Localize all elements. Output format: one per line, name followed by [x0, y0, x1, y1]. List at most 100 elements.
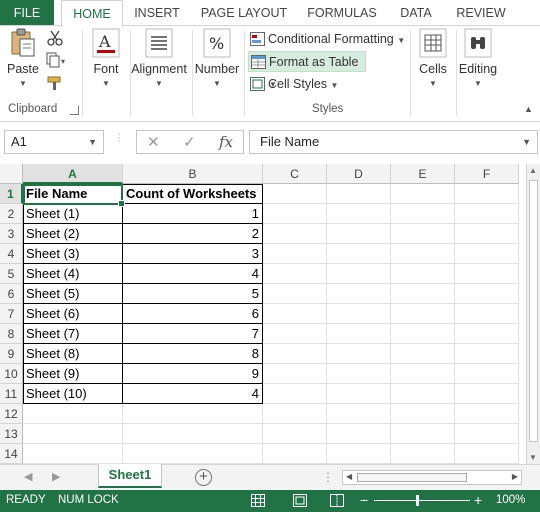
conditional-formatting-button[interactable]: Conditional Formatting ▼: [248, 29, 405, 50]
cell-c10[interactable]: [263, 364, 327, 384]
tab-formulas[interactable]: FORMULAS: [302, 0, 382, 26]
row-header-11[interactable]: 11: [0, 384, 23, 404]
cancel-icon[interactable]: ✕: [147, 133, 160, 151]
cell-a12[interactable]: [23, 404, 123, 424]
paste-button[interactable]: Paste ▼: [4, 28, 42, 88]
cell-c13[interactable]: [263, 424, 327, 444]
cell-a4[interactable]: Sheet (3): [23, 244, 123, 264]
cell-d1[interactable]: [327, 184, 391, 204]
cell-d11[interactable]: [327, 384, 391, 404]
next-sheet-icon[interactable]: ▶: [52, 470, 60, 483]
cell-b12[interactable]: [123, 404, 263, 424]
scroll-left-icon[interactable]: ◀: [346, 472, 352, 481]
cell-b14[interactable]: [123, 444, 263, 464]
cell-c12[interactable]: [263, 404, 327, 424]
cell-a6[interactable]: Sheet (5): [23, 284, 123, 304]
cell-a13[interactable]: [23, 424, 123, 444]
cell-d7[interactable]: [327, 304, 391, 324]
cell-d4[interactable]: [327, 244, 391, 264]
cell-d6[interactable]: [327, 284, 391, 304]
cell-a7[interactable]: Sheet (6): [23, 304, 123, 324]
cell-c7[interactable]: [263, 304, 327, 324]
cell-b11[interactable]: 4: [123, 384, 263, 404]
tab-data[interactable]: DATA: [393, 0, 439, 26]
tab-file[interactable]: FILE: [0, 0, 54, 26]
cell-d13[interactable]: [327, 424, 391, 444]
format-as-table-button[interactable]: Format as Table ▼: [248, 51, 366, 89]
cell-d9[interactable]: [327, 344, 391, 364]
zoom-level[interactable]: 100%: [496, 494, 525, 506]
sheet-tab-sheet1[interactable]: Sheet1: [98, 464, 162, 488]
cell-e5[interactable]: [391, 264, 455, 284]
prev-sheet-icon[interactable]: ◀: [24, 470, 32, 483]
column-header-f[interactable]: F: [455, 164, 519, 184]
tab-insert[interactable]: INSERT: [129, 0, 185, 26]
copy-icon[interactable]: ▾: [46, 52, 68, 71]
horizontal-scrollbar[interactable]: ◀ ▶: [342, 470, 522, 485]
row-header-8[interactable]: 8: [0, 324, 23, 344]
cell-c4[interactable]: [263, 244, 327, 264]
zoom-slider[interactable]: [374, 500, 470, 501]
zoom-out-button[interactable]: −: [360, 492, 368, 508]
tab-split-handle-icon[interactable]: ⋮: [322, 470, 334, 484]
cell-b9[interactable]: 8: [123, 344, 263, 364]
scroll-thumb[interactable]: [357, 473, 467, 482]
cell-e13[interactable]: [391, 424, 455, 444]
row-header-10[interactable]: 10: [0, 364, 23, 384]
cell-b4[interactable]: 3: [123, 244, 263, 264]
cell-f14[interactable]: [455, 444, 519, 464]
cell-a5[interactable]: Sheet (4): [23, 264, 123, 284]
cell-e12[interactable]: [391, 404, 455, 424]
cell-f3[interactable]: [455, 224, 519, 244]
cell-a14[interactable]: [23, 444, 123, 464]
cell-a11[interactable]: Sheet (10): [23, 384, 123, 404]
cell-styles-button[interactable]: Cell Styles ▼: [248, 74, 338, 95]
row-header-13[interactable]: 13: [0, 424, 23, 444]
enter-icon[interactable]: ✓: [183, 133, 196, 151]
cell-f4[interactable]: [455, 244, 519, 264]
cell-e7[interactable]: [391, 304, 455, 324]
number-button[interactable]: % Number ▼: [192, 28, 242, 88]
clipboard-launcher-icon[interactable]: [70, 106, 79, 115]
cell-f8[interactable]: [455, 324, 519, 344]
cell-d14[interactable]: [327, 444, 391, 464]
scroll-right-icon[interactable]: ▶: [512, 472, 518, 481]
scroll-thumb[interactable]: [529, 180, 538, 442]
tab-home[interactable]: HOME: [61, 0, 123, 27]
cell-f1[interactable]: [455, 184, 519, 204]
cell-c6[interactable]: [263, 284, 327, 304]
cell-b3[interactable]: 2: [123, 224, 263, 244]
cell-e8[interactable]: [391, 324, 455, 344]
column-header-e[interactable]: E: [391, 164, 455, 184]
cell-f7[interactable]: [455, 304, 519, 324]
cell-a3[interactable]: Sheet (2): [23, 224, 123, 244]
row-header-7[interactable]: 7: [0, 304, 23, 324]
add-sheet-icon[interactable]: +: [195, 469, 212, 486]
cell-f12[interactable]: [455, 404, 519, 424]
cell-b2[interactable]: 1: [123, 204, 263, 224]
page-layout-view-icon[interactable]: [293, 494, 307, 507]
cell-c14[interactable]: [263, 444, 327, 464]
cell-f6[interactable]: [455, 284, 519, 304]
cell-c3[interactable]: [263, 224, 327, 244]
cut-icon[interactable]: [46, 30, 64, 49]
alignment-button[interactable]: Alignment ▼: [130, 28, 188, 88]
cell-e1[interactable]: [391, 184, 455, 204]
cell-c11[interactable]: [263, 384, 327, 404]
insert-function-icon[interactable]: fx: [219, 133, 233, 151]
worksheet-grid[interactable]: A B C D E F 1 File Name Count of Worksheets 2 Shee…: [0, 164, 526, 464]
row-header-9[interactable]: 9: [0, 344, 23, 364]
column-header-d[interactable]: D: [327, 164, 391, 184]
row-header-14[interactable]: 14: [0, 444, 23, 464]
cell-a8[interactable]: Sheet (7): [23, 324, 123, 344]
cell-b6[interactable]: 5: [123, 284, 263, 304]
cell-a1[interactable]: File Name: [23, 184, 123, 204]
cell-d2[interactable]: [327, 204, 391, 224]
column-header-b[interactable]: B: [123, 164, 263, 184]
cell-c9[interactable]: [263, 344, 327, 364]
cell-e3[interactable]: [391, 224, 455, 244]
cell-f13[interactable]: [455, 424, 519, 444]
cell-b10[interactable]: 9: [123, 364, 263, 384]
cell-f2[interactable]: [455, 204, 519, 224]
cell-f10[interactable]: [455, 364, 519, 384]
